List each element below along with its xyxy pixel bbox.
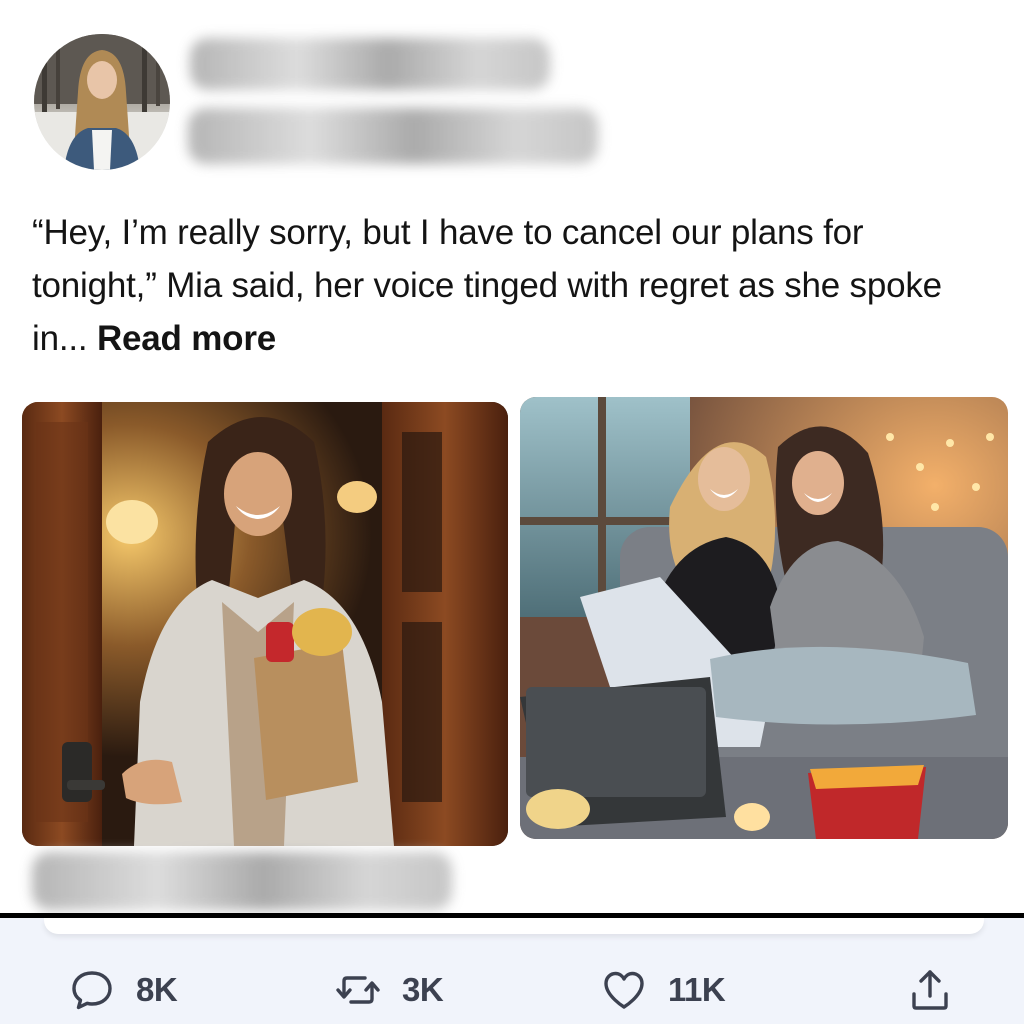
like-count: 11K [668,971,726,1008]
redacted-display-name [190,38,550,90]
card-bottom-edge [44,918,984,934]
redacted-caption [32,852,452,910]
post-text: “Hey, I’m really sorry, but I have to ca… [32,206,992,365]
friends-on-couch-photo [520,397,1008,839]
read-more-link[interactable]: Read more [97,319,276,358]
repost-count: 3K [402,971,444,1008]
redacted-username [188,108,598,164]
comment-button[interactable]: 8K [68,962,178,1018]
share-button[interactable] [906,962,954,1018]
post-image-right[interactable] [520,397,1008,839]
woman-at-door-photo [22,402,508,846]
share-upload-icon [912,970,948,1010]
avatar-photo [34,34,170,170]
like-button[interactable]: 11K [600,962,726,1018]
comment-count: 8K [136,971,178,1008]
heart-icon [604,971,644,1009]
repost-arrows-icon [336,976,380,1004]
post-image-left[interactable] [22,402,508,846]
repost-button[interactable]: 3K [334,962,444,1018]
speech-bubble-icon [72,971,112,1010]
avatar[interactable] [34,34,170,170]
